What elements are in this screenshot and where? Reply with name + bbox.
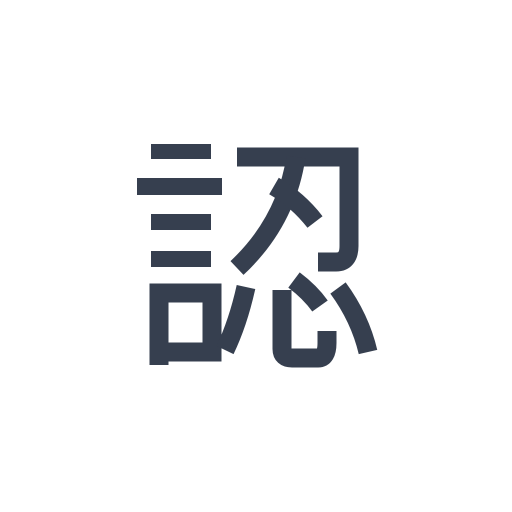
- radical-stroke-3: [151, 214, 211, 230]
- heart-left-dot: [216, 284, 256, 355]
- radical-stroke-1: [151, 144, 211, 159]
- radical-stroke-2: [137, 178, 222, 195]
- kanji-character-icon: [137, 144, 378, 368]
- radical-box: [149, 283, 222, 365]
- heart-right-dot: [330, 282, 378, 355]
- heart-center-dot: [288, 272, 328, 312]
- radical-stroke-4: [151, 251, 211, 267]
- blade-sweep-stroke: [230, 155, 306, 275]
- icon-canvas: 認: [0, 0, 512, 512]
